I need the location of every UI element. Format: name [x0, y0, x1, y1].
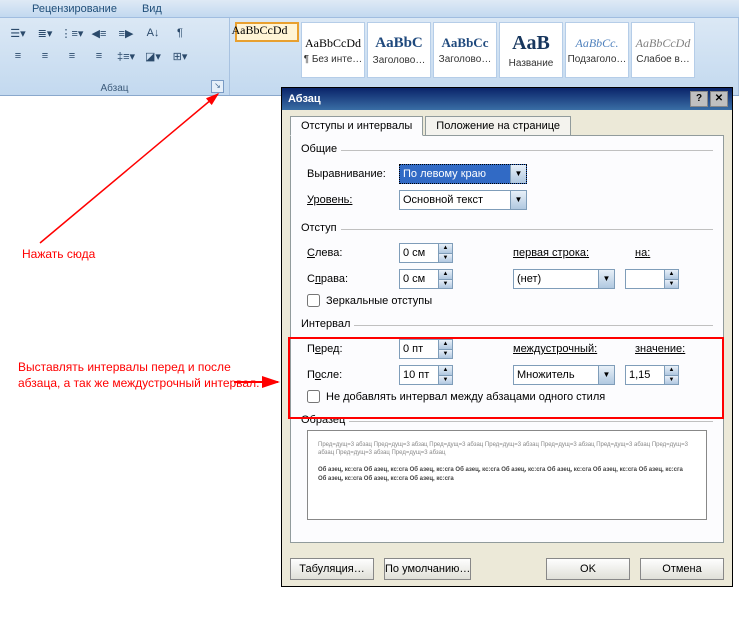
shading-button[interactable]: ◪▾	[140, 45, 166, 67]
dialog-title: Абзац	[288, 93, 321, 105]
show-marks-button[interactable]: ¶	[167, 22, 193, 44]
arrow-to-launcher	[30, 88, 250, 248]
preview-box: Пред=дущ=3 абзац Пред=дущ=3 абзац Пред=д…	[307, 430, 707, 520]
align-left-button[interactable]: ≡	[5, 45, 31, 67]
help-button[interactable]: ?	[690, 91, 708, 107]
style-4[interactable]: AaBНазвание	[499, 22, 563, 78]
noadd-check[interactable]: Не добавлять интервал между абзацами одн…	[307, 390, 707, 403]
style-2[interactable]: AaBbCЗаголово…	[367, 22, 431, 78]
align-justify-button[interactable]: ≡	[86, 45, 112, 67]
style-1[interactable]: AaBbCcDd¶ Без инте…	[301, 22, 365, 78]
value-label: значение:	[635, 343, 685, 355]
ribbon: ☰▾ ≣▾ ⋮≡▾ ◀≡ ≡▶ A↓ ¶ ≡ ≡ ≡ ≡ ‡≡▾ ◪▾ ⊞▾ А…	[0, 18, 739, 96]
on-spin[interactable]: ▲▼	[625, 269, 679, 289]
multilevel-button[interactable]: ⋮≡▾	[59, 22, 85, 44]
numbering-button[interactable]: ≣▾	[32, 22, 58, 44]
on-label: на:	[635, 247, 650, 259]
align-center-button[interactable]: ≡	[32, 45, 58, 67]
left-label: Слева:	[307, 247, 399, 259]
before-spin[interactable]: ▲▼	[399, 339, 453, 359]
cancel-button[interactable]: Отмена	[640, 558, 724, 580]
linespace-label: междустрочный:	[513, 343, 621, 355]
after-spin[interactable]: ▲▼	[399, 365, 453, 385]
annotation-click-here: Нажать сюда	[22, 247, 95, 261]
linespace-select[interactable]: Множитель▼	[513, 365, 615, 385]
section-indent: Отступ Слева: ▲▼ первая строка: на: Спра…	[301, 229, 713, 315]
before-label: Перед:	[307, 343, 399, 355]
left-spin[interactable]: ▲▼	[399, 243, 453, 263]
section-interval: Интервал Перед: ▲▼ междустрочный: значен…	[301, 325, 713, 411]
group-paragraph: ☰▾ ≣▾ ⋮≡▾ ◀≡ ≡▶ A↓ ¶ ≡ ≡ ≡ ≡ ‡≡▾ ◪▾ ⊞▾ А…	[0, 18, 230, 95]
line-spacing-button[interactable]: ‡≡▾	[113, 45, 139, 67]
ribbon-tabs: Рецензирование Вид	[0, 0, 739, 18]
close-button[interactable]: ✕	[710, 91, 728, 107]
align-label: Выравнивание:	[307, 168, 399, 180]
level-select[interactable]: Основной текст▼	[399, 190, 527, 210]
section-general: Общие Выравнивание: По левому краю▼ Уров…	[301, 150, 713, 219]
level-label: Уровень:	[307, 194, 399, 206]
bullets-button[interactable]: ☰▾	[5, 22, 31, 44]
style-0[interactable]: AaBbCcDd¶ Обычный	[235, 22, 299, 42]
style-5[interactable]: AaBbCc.Подзаголо…	[565, 22, 629, 78]
right-label: Справа:	[307, 273, 399, 285]
indent-dec-button[interactable]: ◀≡	[86, 22, 112, 44]
tab-position[interactable]: Положение на странице	[425, 116, 571, 136]
tabs-button[interactable]: Табуляция…	[290, 558, 374, 580]
after-label: После:	[307, 369, 399, 381]
right-spin[interactable]: ▲▼	[399, 269, 453, 289]
value-spin[interactable]: ▲▼	[625, 365, 679, 385]
sort-button[interactable]: A↓	[140, 22, 166, 44]
section-sample: Образец Пред=дущ=3 абзац Пред=дущ=3 абза…	[301, 421, 713, 524]
style-6[interactable]: AaBbCcDdСлабое в…	[631, 22, 695, 78]
dialog-tabs: Отступы и интервалы Положение на страниц…	[282, 110, 732, 136]
default-button[interactable]: По умолчанию…	[384, 558, 471, 580]
annotation-intervals: Выставлять интервалы перед и после абзац…	[18, 360, 268, 391]
align-right-button[interactable]: ≡	[59, 45, 85, 67]
mirror-check[interactable]: Зеркальные отступы	[307, 294, 707, 307]
indent-inc-button[interactable]: ≡▶	[113, 22, 139, 44]
group-title-paragraph: Абзац ↘	[3, 82, 226, 95]
borders-button[interactable]: ⊞▾	[167, 45, 193, 67]
style-3[interactable]: AaBbCcЗаголово…	[433, 22, 497, 78]
align-select[interactable]: По левому краю▼	[399, 164, 527, 184]
paragraph-launcher-button[interactable]: ↘	[211, 80, 224, 93]
first-label: первая строка:	[513, 247, 621, 259]
tab-view[interactable]: Вид	[142, 3, 162, 15]
titlebar: Абзац ? ✕	[282, 88, 732, 110]
paragraph-dialog: Абзац ? ✕ Отступы и интервалы Положение …	[281, 87, 733, 587]
tab-review[interactable]: Рецензирование	[32, 3, 117, 15]
ok-button[interactable]: OK	[546, 558, 630, 580]
tab-indents[interactable]: Отступы и интервалы	[290, 116, 423, 136]
first-select[interactable]: (нет)▼	[513, 269, 615, 289]
group-styles: AaBbCcDd¶ ОбычныйAaBbCcDd¶ Без инте…AaBb…	[230, 18, 739, 95]
